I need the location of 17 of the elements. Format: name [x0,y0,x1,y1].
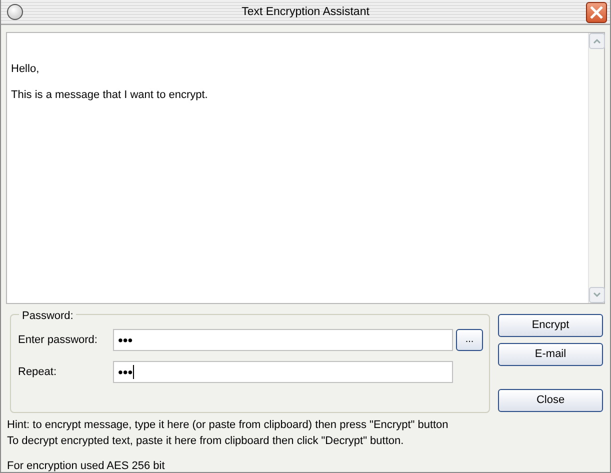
window-menu-icon[interactable] [7,4,23,20]
field-label: Enter password: [18,332,98,348]
action-button[interactable]: E-mail [498,343,603,366]
close-icon[interactable] [586,2,607,23]
password-field[interactable]: ••• [113,361,453,383]
window-title: Text Encryption Assistant [242,6,370,18]
field-label: Repeat: [18,364,58,380]
scroll-down-icon[interactable] [589,287,605,303]
password-field[interactable]: ••• [113,329,453,351]
scrollbar[interactable] [588,33,604,303]
close-button[interactable]: Close [498,389,603,412]
hint-text: To decrypt encrypted text, paste it here from clipboard then click "Decrypt" button. [7,434,405,449]
hint-text: Hint: to encrypt message, type it here (or paste from clipboard) then press "Encrypt" button [7,418,450,433]
scroll-up-icon[interactable] [589,33,605,49]
browse-button[interactable]: ... [456,329,483,351]
action-button[interactable]: Encrypt [498,314,603,337]
footer-text: For encryption used AES 256 bit [6,459,166,473]
